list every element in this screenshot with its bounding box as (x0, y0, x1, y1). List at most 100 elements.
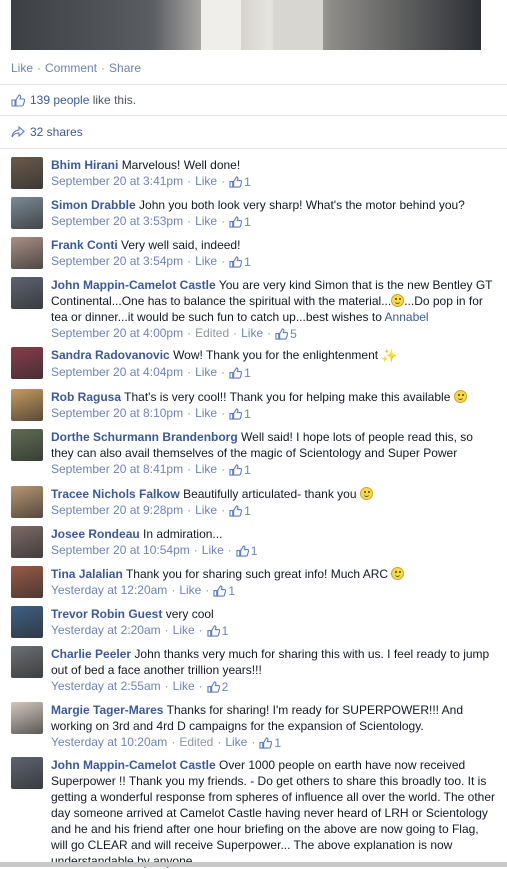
avatar[interactable] (11, 526, 43, 558)
comment-author-link[interactable]: Tracee Nichols Falkow (51, 487, 180, 501)
comment-text: Beautifully articulated- thank you (183, 487, 357, 501)
shares-summary[interactable]: 32 shares (11, 125, 83, 139)
comment-like-link[interactable]: Like (195, 462, 217, 476)
comment-like-count[interactable]: 1 (259, 735, 281, 751)
comment-like-count[interactable]: 1 (236, 543, 257, 559)
comment-author-link[interactable]: Simon Drabble (51, 198, 136, 212)
comment-timestamp[interactable]: Yesterday at 10:20am (51, 735, 167, 749)
avatar[interactable] (11, 702, 43, 734)
comment-like-link[interactable]: Like (195, 214, 217, 228)
comment-like-count[interactable]: 1 (213, 583, 235, 599)
comment-timestamp[interactable]: September 20 at 3:53pm (51, 214, 183, 228)
avatar[interactable] (11, 606, 43, 638)
post-share-link[interactable]: Share (109, 61, 141, 75)
avatar[interactable] (11, 429, 43, 461)
thumbs-up-icon (207, 681, 220, 693)
comment-author-link[interactable]: Frank Conti (51, 238, 118, 252)
comment-timestamp[interactable]: Yesterday at 12:20am (51, 583, 167, 597)
divider (0, 84, 507, 85)
comment-like-count[interactable]: 5 (275, 326, 297, 342)
comment-like-link[interactable]: Like (195, 254, 217, 268)
comment-author-link[interactable]: Charlie Peeler (51, 647, 131, 661)
separator-dot: · (187, 254, 192, 268)
edited-link[interactable]: Edited (195, 326, 229, 340)
comment-timestamp[interactable]: September 20 at 3:54pm (51, 254, 183, 268)
comment-timestamp[interactable]: September 20 at 10:54pm (51, 543, 190, 557)
comment-author-link[interactable]: Josee Rondeau (51, 527, 140, 541)
photo-figure-left (201, 0, 241, 50)
separator-dot: · (193, 543, 198, 557)
shares-count-link[interactable]: 32 shares (30, 125, 83, 139)
mention-link[interactable]: Annabel (385, 310, 429, 324)
comment-like-count[interactable]: 1 (229, 214, 251, 230)
comment-text: very cool (165, 607, 214, 621)
avatar[interactable] (11, 277, 43, 309)
comment-like-count[interactable]: 1 (229, 254, 251, 270)
avatar[interactable] (11, 347, 43, 379)
comment-body: Rob Ragusa That's is very cool!! Thank y… (51, 389, 497, 422)
avatar[interactable] (11, 757, 43, 789)
avatar[interactable] (11, 566, 43, 598)
thumbs-up-icon (207, 625, 220, 637)
comment-meta: Yesterday at 2:55am · Like · 2 (51, 678, 497, 695)
comment-author-link[interactable]: Sandra Radovanovic (51, 348, 170, 362)
comment-like-count[interactable]: 1 (229, 174, 251, 190)
comment-author-link[interactable]: Rob Ragusa (51, 390, 121, 404)
comment-timestamp[interactable]: September 20 at 9:28pm (51, 503, 183, 517)
comment-like-link[interactable]: Like (202, 543, 224, 557)
separator-dot: · (198, 679, 203, 693)
photo-figure-right (273, 0, 323, 50)
comment-body: Tracee Nichols Falkow Beautifully articu… (51, 486, 497, 519)
comment-like-count[interactable]: 1 (229, 462, 251, 478)
comment-like-link[interactable]: Like (173, 623, 195, 637)
separator-dot: · (171, 735, 176, 749)
comment-like-link[interactable]: Like (225, 735, 247, 749)
comment-timestamp[interactable]: Yesterday at 2:55am (51, 679, 161, 693)
comment-author-link[interactable]: Dorthe Schurmann Brandenborg (51, 430, 238, 444)
comment-timestamp[interactable]: September 20 at 8:41pm (51, 462, 183, 476)
comment-like-link[interactable]: Like (179, 583, 201, 597)
comment-like-count[interactable]: 2 (207, 679, 228, 695)
avatar[interactable] (11, 486, 43, 518)
comment-like-link[interactable]: Like (195, 174, 217, 188)
comment-timestamp[interactable]: Yesterday at 2:20am (51, 623, 161, 637)
avatar[interactable] (11, 237, 43, 269)
comment-like-link[interactable]: Like (195, 406, 217, 420)
comment-author-link[interactable]: John Mappin-Camelot Castle (51, 278, 216, 292)
separator-dot: · (198, 623, 203, 637)
comment-timestamp[interactable]: September 20 at 4:04pm (51, 365, 183, 379)
comment-author-link[interactable]: Margie Tager-Mares (51, 703, 163, 717)
avatar[interactable] (11, 646, 43, 678)
comment-timestamp[interactable]: September 20 at 8:10pm (51, 406, 183, 420)
post-photo[interactable] (11, 0, 481, 50)
comment-like-link[interactable]: Like (195, 365, 217, 379)
comment-meta: September 20 at 10:54pm · Like · 1 (51, 542, 497, 559)
separator-dot: · (187, 462, 192, 476)
comment-like-count[interactable]: 1 (229, 365, 251, 381)
comment-author-link[interactable]: Bhim Hirani (51, 158, 118, 172)
avatar[interactable] (11, 157, 43, 189)
comment-like-link[interactable]: Like (195, 503, 217, 517)
comment-like-link[interactable]: Like (173, 679, 195, 693)
comment-text: John you both look very sharp! What's th… (139, 198, 465, 212)
comment-timestamp[interactable]: September 20 at 3:41pm (51, 174, 183, 188)
thumbs-up-icon (229, 256, 243, 268)
post-like-link[interactable]: Like (11, 61, 33, 75)
smiley-emoji-icon (359, 487, 373, 500)
comment-author-link[interactable]: Trevor Robin Guest (51, 607, 162, 621)
smiley-emoji-icon (391, 294, 405, 307)
post-comment-link[interactable]: Comment (45, 61, 97, 75)
comment-author-link[interactable]: John Mappin-Camelot Castle (51, 758, 216, 772)
likes-count-link[interactable]: 139 people (30, 93, 89, 107)
avatar[interactable] (11, 197, 43, 229)
comment-author-link[interactable]: Tina Jalalian (51, 567, 123, 581)
comment-like-count[interactable]: 1 (207, 623, 228, 639)
comment-like-link[interactable]: Like (241, 326, 263, 340)
comment-body: Bhim Hirani Marvelous! Well done! Septemb… (51, 157, 497, 190)
comment-like-count[interactable]: 1 (229, 406, 251, 422)
avatar[interactable] (11, 389, 43, 421)
comment-like-count[interactable]: 1 (229, 503, 251, 519)
edited-link[interactable]: Edited (179, 735, 213, 749)
comment-timestamp[interactable]: September 20 at 4:00pm (51, 326, 183, 340)
separator-dot: · (187, 214, 192, 228)
